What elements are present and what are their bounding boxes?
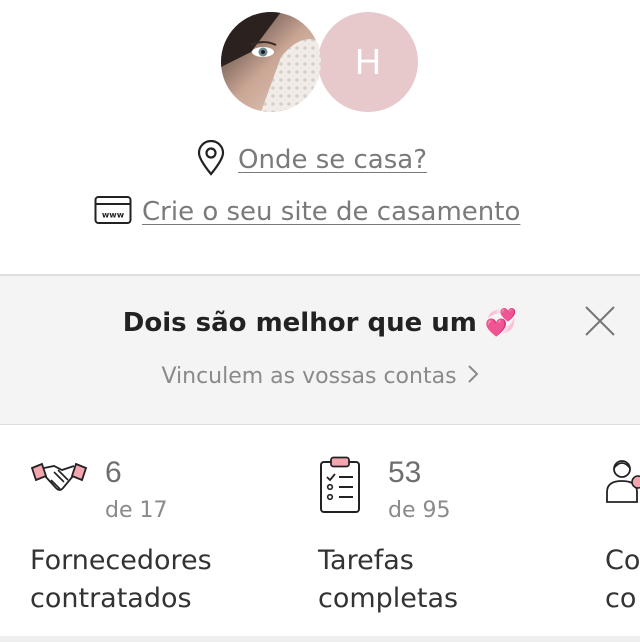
handshake-icon [30, 456, 88, 504]
guests-label-line1: Co [605, 545, 640, 576]
vendors-label-line1: Fornecedores [30, 545, 212, 576]
website-link-label[interactable]: Crie o seu site de casamento [142, 197, 520, 227]
location-link-label[interactable]: Onde se casa? [238, 145, 427, 175]
stat-vendors-hired[interactable]: 6 de 17 Fornecedores contratados [30, 456, 290, 616]
partner-initial: H [355, 41, 381, 82]
link-accounts-button[interactable]: Vinculem as vossas contas [0, 364, 640, 390]
tasks-completed-label: Tarefas completas [318, 542, 458, 618]
vendors-hired-label: Fornecedores contratados [30, 542, 212, 618]
guests-label: Co co [605, 542, 640, 618]
stat-guests[interactable]: Co co [605, 456, 640, 616]
wedding-website-link[interactable]: www Crie o seu site de casamento [94, 195, 520, 229]
website-icon-text: www [102, 211, 125, 220]
close-banner-button[interactable] [583, 304, 617, 338]
hearts-emoji: 💞 [484, 308, 518, 338]
banner-title: Dois são melhor que um 💞 [0, 308, 640, 338]
partner-avatar[interactable]: H [318, 12, 418, 112]
vendors-label-line2: contratados [30, 583, 192, 614]
link-accounts-label[interactable]: Vinculem as vossas contas [161, 364, 456, 389]
close-icon [585, 306, 615, 336]
guests-icon [605, 456, 640, 510]
website-icon: www [94, 195, 132, 229]
vendors-hired-count: 6 [105, 456, 122, 489]
chevron-right-icon [467, 364, 479, 390]
link-accounts-banner: Dois são melhor que um 💞 Vinculem as voss… [0, 274, 640, 425]
vendors-total: de 17 [105, 498, 168, 523]
bride-avatar[interactable] [221, 12, 321, 112]
location-link[interactable]: Onde se casa? [196, 139, 427, 180]
checklist-icon [318, 456, 362, 518]
stat-tasks-completed[interactable]: 53 de 95 Tarefas completas [318, 456, 598, 616]
tasks-completed-count: 53 [388, 456, 422, 489]
map-pin-icon [196, 139, 226, 180]
tasks-label-line2: completas [318, 583, 459, 614]
section-divider [0, 636, 640, 642]
couple-avatars: H [221, 12, 419, 112]
tasks-total: de 95 [388, 498, 451, 523]
banner-title-text: Dois são melhor que um [122, 308, 477, 338]
tasks-label-line1: Tarefas [318, 545, 414, 576]
guests-label-line2: co [605, 583, 637, 614]
